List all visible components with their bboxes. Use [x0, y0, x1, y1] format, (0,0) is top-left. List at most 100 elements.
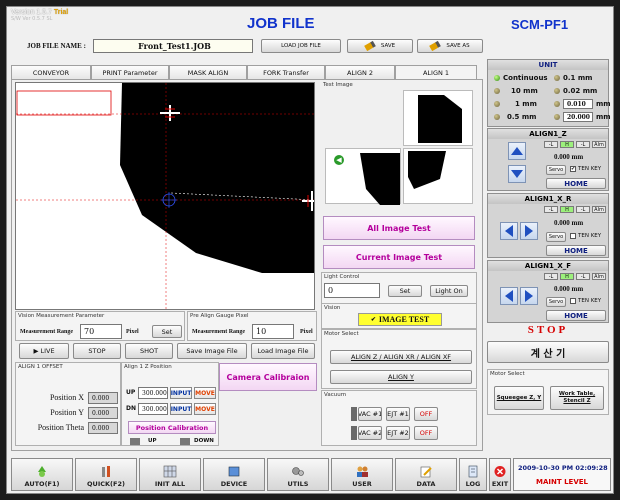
z-dn-field[interactable]: 300.000: [138, 403, 168, 415]
vacuum-off-button-2[interactable]: OFF: [414, 426, 438, 440]
save-as-button[interactable]: SAVE AS: [417, 39, 483, 53]
axis-down-button[interactable]: [508, 165, 526, 183]
tab-mask-align[interactable]: MASK ALIGN: [169, 65, 247, 79]
dock-user-label: USER: [352, 480, 372, 488]
load-jobfile-button[interactable]: LOAD JOB FILE: [261, 39, 341, 53]
z-up-move-button[interactable]: MOVE: [194, 387, 216, 399]
ejt1-button[interactable]: EJT #1: [386, 407, 410, 421]
axis-right-button[interactable]: [520, 287, 538, 305]
test-image-tile-2[interactable]: ◀: [325, 148, 401, 205]
unit-10mm[interactable]: 10 mm: [494, 87, 538, 95]
unit-custom1-field[interactable]: 0.010: [563, 99, 593, 109]
load-image-button[interactable]: Load Image File: [251, 343, 315, 359]
ejt2-button[interactable]: EJT #2: [386, 426, 410, 440]
axis-left-button[interactable]: [500, 287, 518, 305]
offset-theta-field[interactable]: 0.000: [88, 422, 118, 434]
axis-servo-button[interactable]: Servo: [546, 165, 566, 175]
dock-quick-button[interactable]: QUICK(F2): [75, 458, 137, 491]
unit-0-02mm-label: 0.02 mm: [563, 87, 598, 95]
unit-0-1mm[interactable]: 0.1 mm: [554, 74, 592, 82]
unit-0-02mm[interactable]: 0.02 mm: [554, 87, 597, 95]
motor-option-align-y[interactable]: ALIGN Y: [330, 370, 472, 384]
axis-left-button[interactable]: [500, 222, 518, 240]
all-image-test-button[interactable]: All Image Test: [323, 216, 475, 240]
axis-home-button[interactable]: HOME: [546, 245, 606, 256]
axis-tenkey[interactable]: ✔ TEN KEY: [570, 166, 601, 172]
back-arrow-icon[interactable]: ◀: [334, 155, 344, 165]
light-value-field[interactable]: 0: [324, 283, 380, 298]
axis-chip-minus-limit: -L: [544, 141, 558, 148]
offset-y-field[interactable]: 0.000: [88, 407, 118, 419]
image-test-toggle[interactable]: ✔ IMAGE TEST: [358, 313, 442, 326]
calculator-button[interactable]: 계 산 기: [487, 341, 609, 363]
checkbox-icon: ✔: [570, 166, 576, 172]
axis-tenkey[interactable]: TEN KEY: [570, 298, 601, 304]
tools-icon: [102, 466, 110, 477]
dock-log-button[interactable]: LOG: [459, 458, 487, 491]
pre-align-range-field[interactable]: 10: [252, 324, 294, 339]
save-button[interactable]: SAVE: [347, 39, 413, 53]
z-up-field[interactable]: 300.000: [138, 387, 168, 399]
vision-measure-label: Vision Measurement Parameter: [18, 313, 105, 319]
pre-align-label: Pre Align Gauge Pixel: [190, 313, 249, 319]
shot-button[interactable]: SHOT: [125, 343, 173, 359]
unit-continuous[interactable]: Continuous: [494, 74, 548, 82]
tab-fork-transfer[interactable]: FORK Transfer: [247, 65, 325, 79]
test-image-tile-3[interactable]: [403, 148, 473, 204]
test-image-tile-1[interactable]: [403, 90, 473, 146]
vacuum-off-button-1[interactable]: OFF: [414, 407, 438, 421]
axis-servo-button[interactable]: Servo: [546, 232, 566, 242]
unit-1mm[interactable]: 1 mm: [494, 100, 537, 108]
play-icon: ▶: [33, 347, 39, 355]
z-up-input-button[interactable]: INPUT: [170, 387, 192, 399]
axis-home-button[interactable]: HOME: [546, 178, 606, 189]
position-calibration-button[interactable]: Position Calibration: [128, 421, 216, 434]
dock-init-all-button[interactable]: INIT ALL: [139, 458, 201, 491]
z-dn-input-button[interactable]: INPUT: [170, 403, 192, 415]
tab-align-1[interactable]: ALIGN 1: [395, 65, 477, 79]
unit-0-5mm[interactable]: 0.5 mm: [494, 113, 536, 121]
squeegee-button[interactable]: Squeegee Z, Y: [494, 386, 544, 410]
arrow-up-icon: [511, 147, 523, 155]
emergency-stop-label[interactable]: STOP: [487, 323, 609, 337]
light-set-button[interactable]: Set: [388, 285, 422, 297]
dock-device-button[interactable]: DEVICE: [203, 458, 265, 491]
dock-exit-button[interactable]: EXIT: [489, 458, 511, 491]
motor-option-align-zxrxf[interactable]: ALIGN Z / ALIGN XR / ALIGN XF: [330, 350, 472, 364]
unit-custom2[interactable]: 20.000 mm: [554, 112, 611, 122]
stop-button[interactable]: STOP: [73, 343, 121, 359]
dock-utils-button[interactable]: UTILS: [267, 458, 329, 491]
unit-custom2-field[interactable]: 20.000: [563, 112, 593, 122]
arrow-down-icon: [511, 170, 523, 178]
unit-custom1[interactable]: 0.010 mm: [554, 99, 611, 109]
dock-auto-button[interactable]: AUTO(F1): [11, 458, 73, 491]
unit-custom2-mm: mm: [596, 113, 611, 121]
dock-exit-label: EXIT: [491, 480, 509, 488]
dock-user-button[interactable]: USER: [331, 458, 393, 491]
tab-conveyor[interactable]: CONVEYOR: [11, 65, 91, 79]
axis-servo-button[interactable]: Servo: [546, 297, 566, 307]
camera-calibration-button[interactable]: Camera Calibraion: [219, 363, 317, 391]
build-text: S/W Ver 0.5.7 SL: [11, 16, 53, 22]
axis-up-button[interactable]: [508, 142, 526, 160]
save-image-button[interactable]: Save Image File: [177, 343, 247, 359]
axis-home-button[interactable]: HOME: [546, 310, 606, 321]
current-image-test-button[interactable]: Current Image Test: [323, 245, 475, 269]
live-button[interactable]: ▶ LIVE: [19, 343, 69, 359]
arrow-right-icon: [525, 225, 533, 237]
tab-align-2[interactable]: ALIGN 2: [325, 65, 395, 79]
jobfile-name-field[interactable]: Front_Test1.JOB: [93, 39, 253, 53]
measure-range-field[interactable]: 70: [80, 324, 122, 339]
dock-data-button[interactable]: DATA: [395, 458, 457, 491]
z-dn-move-button[interactable]: MOVE: [194, 403, 216, 415]
worktable-button[interactable]: Work Table, Stencil Z: [550, 386, 604, 410]
axis-tenkey-label: TEN KEY: [578, 166, 602, 172]
tab-print-parameter[interactable]: PRINT Parameter: [91, 65, 169, 79]
offset-x-field[interactable]: 0.000: [88, 392, 118, 404]
vac2-button[interactable]: VAC #2: [358, 426, 382, 440]
vac1-button[interactable]: VAC #1: [358, 407, 382, 421]
measure-set-button[interactable]: Set: [152, 325, 182, 338]
axis-right-button[interactable]: [520, 222, 538, 240]
axis-tenkey[interactable]: TEN KEY: [570, 233, 601, 239]
light-on-button[interactable]: Light On: [430, 285, 468, 297]
